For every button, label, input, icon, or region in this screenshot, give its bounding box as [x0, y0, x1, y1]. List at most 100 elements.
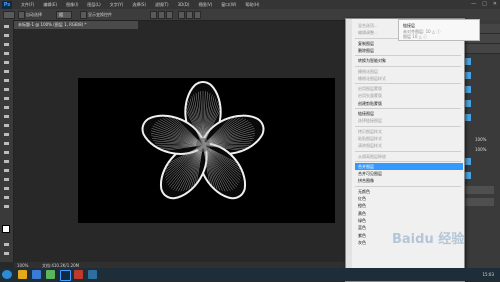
menu-6[interactable]: 滤镜(T) [155, 2, 169, 8]
dodge-tool-icon[interactable] [3, 141, 10, 146]
move-tool-preset[interactable] [3, 11, 15, 19]
context-menu-item[interactable]: 无颜色 [358, 188, 458, 195]
context-menu-item[interactable]: 合并可见图层 [358, 170, 458, 177]
more-tools-icon[interactable] [3, 204, 10, 209]
align-center-button[interactable] [186, 11, 193, 19]
flower-artwork [78, 78, 335, 223]
menu-4[interactable]: 文字(Y) [110, 2, 124, 8]
show-transform-label: 显示变换控件 [88, 12, 112, 18]
pen-tool-icon[interactable] [3, 150, 10, 155]
menu-5[interactable]: 选择(S) [132, 2, 146, 8]
menu-7[interactable]: 3D(D) [178, 2, 190, 8]
path-select-tool-icon[interactable] [3, 168, 10, 173]
swatch-blue[interactable] [464, 86, 471, 93]
flower-icon [138, 82, 269, 206]
context-menu-item: 启用图层蒙版 [358, 85, 458, 92]
blur-tool-icon[interactable] [3, 132, 10, 137]
explorer-icon[interactable] [18, 270, 27, 279]
tools-panel [0, 20, 14, 262]
document-tab[interactable]: 未标题-1 @ 100% (图层 1, RGB/8) * [14, 21, 138, 29]
hand-tool-icon[interactable] [3, 186, 10, 191]
menu-2[interactable]: 图像(I) [66, 2, 78, 8]
zoom-tool-icon[interactable] [3, 195, 10, 200]
align-bottom-button[interactable] [166, 11, 173, 19]
context-menu-item[interactable]: 转换为智能对象 [358, 57, 458, 64]
brush-tool-icon[interactable] [3, 87, 10, 92]
layer-thumb[interactable] [464, 172, 471, 179]
menu-icon-column [346, 19, 352, 281]
history-brush-tool-icon[interactable] [3, 105, 10, 110]
align-middle-button[interactable] [158, 11, 165, 19]
swatch-blue[interactable] [464, 114, 471, 121]
crop-tool-icon[interactable] [3, 60, 10, 65]
minimize-button[interactable]: — [471, 1, 476, 7]
marquee-tool-icon[interactable] [3, 33, 10, 38]
menu-9[interactable]: 窗口(W) [221, 2, 236, 8]
stamp-tool-icon[interactable] [3, 96, 10, 101]
align-top-button[interactable] [150, 11, 157, 19]
auto-select-dropdown[interactable]: 组 [56, 11, 72, 19]
layer-thumb[interactable] [464, 158, 471, 165]
menu-1[interactable]: 编辑(E) [43, 2, 57, 8]
context-menu-item[interactable]: 拼合图像 [358, 177, 458, 184]
swatch-blue[interactable] [464, 58, 471, 65]
move-tool-icon[interactable] [3, 24, 10, 29]
context-menu-item[interactable]: 合并图层 [355, 163, 463, 170]
document-canvas[interactable] [78, 78, 335, 223]
menu-separator [355, 186, 461, 187]
menu-3[interactable]: 图层(L) [87, 2, 100, 8]
show-transform-checkbox[interactable] [80, 11, 87, 19]
context-menu-item[interactable]: 黄色 [358, 210, 458, 217]
shape-tool-icon[interactable] [3, 177, 10, 182]
menu-0[interactable]: 文件(F) [21, 2, 34, 8]
screen-mode-icon[interactable] [3, 251, 10, 256]
context-menu-item: 启用矢量蒙版 [358, 92, 458, 99]
lasso-tool-icon[interactable] [3, 42, 10, 47]
browser-icon[interactable] [32, 270, 41, 279]
auto-select-checkbox[interactable] [18, 11, 25, 19]
layer-row[interactable] [464, 198, 494, 206]
foreground-color-swatch[interactable] [2, 225, 10, 233]
align-left-button[interactable] [178, 11, 185, 19]
app-icon[interactable] [46, 270, 55, 279]
quick-select-tool-icon[interactable] [3, 51, 10, 56]
context-menu-item: 栅格化图层样式 [358, 75, 458, 82]
context-menu-item[interactable]: 绿色 [358, 217, 458, 224]
context-menu-item: 拷贝图层样式 [358, 128, 458, 135]
menu-items: 文件(F) 编辑(E) 图像(I) 图层(L) 文字(Y) 选择(S) 滤镜(T) 3D(D)… [12, 2, 259, 8]
clock[interactable]: 15:03 [482, 270, 494, 279]
menu-8[interactable]: 视图(V) [198, 2, 212, 8]
photoshop-task-icon[interactable] [60, 270, 71, 281]
context-menu-item[interactable]: 链接图层 [358, 110, 458, 117]
gradient-tool-icon[interactable] [3, 123, 10, 128]
context-menu-item: 选择链接图层 [358, 117, 458, 124]
menu-separator [355, 55, 461, 56]
app-icon[interactable] [88, 270, 97, 279]
eyedropper-tool-icon[interactable] [3, 69, 10, 74]
menu-separator [355, 126, 461, 127]
link-layer-tooltip: 链接层 未对齐图层: 10 △ ⓘ 图层 10 △ ⓘ [398, 19, 480, 41]
context-menu-item[interactable]: 删除图层 [358, 47, 458, 54]
fill-value[interactable]: 100% [475, 147, 486, 152]
context-menu-item: 从隔离图层释放 [358, 153, 458, 160]
close-button[interactable]: ✕ [493, 1, 497, 7]
eraser-tool-icon[interactable] [3, 114, 10, 119]
context-menu-item: 粘贴图层样式 [358, 135, 458, 142]
quick-mask-icon[interactable] [3, 242, 10, 247]
context-menu-item[interactable]: 红色 [358, 195, 458, 202]
align-right-button[interactable] [194, 11, 201, 19]
start-button[interactable] [2, 270, 12, 279]
menu-10[interactable]: 帮助(H) [245, 2, 259, 8]
app-icon[interactable] [74, 270, 83, 279]
window-controls: — □ ✕ [471, 1, 497, 7]
context-menu-item[interactable]: 橙色 [358, 202, 458, 209]
swatch-blue[interactable] [464, 100, 471, 107]
swatch-blue[interactable] [464, 72, 471, 79]
layer-row[interactable] [464, 186, 494, 194]
healing-tool-icon[interactable] [3, 78, 10, 83]
auto-select-value: 组 [59, 12, 63, 18]
opacity-value[interactable]: 100% [475, 137, 486, 142]
context-menu-item[interactable]: 创建剪贴蒙版 [358, 100, 458, 107]
type-tool-icon[interactable] [3, 159, 10, 164]
maximize-button[interactable]: □ [482, 1, 487, 7]
